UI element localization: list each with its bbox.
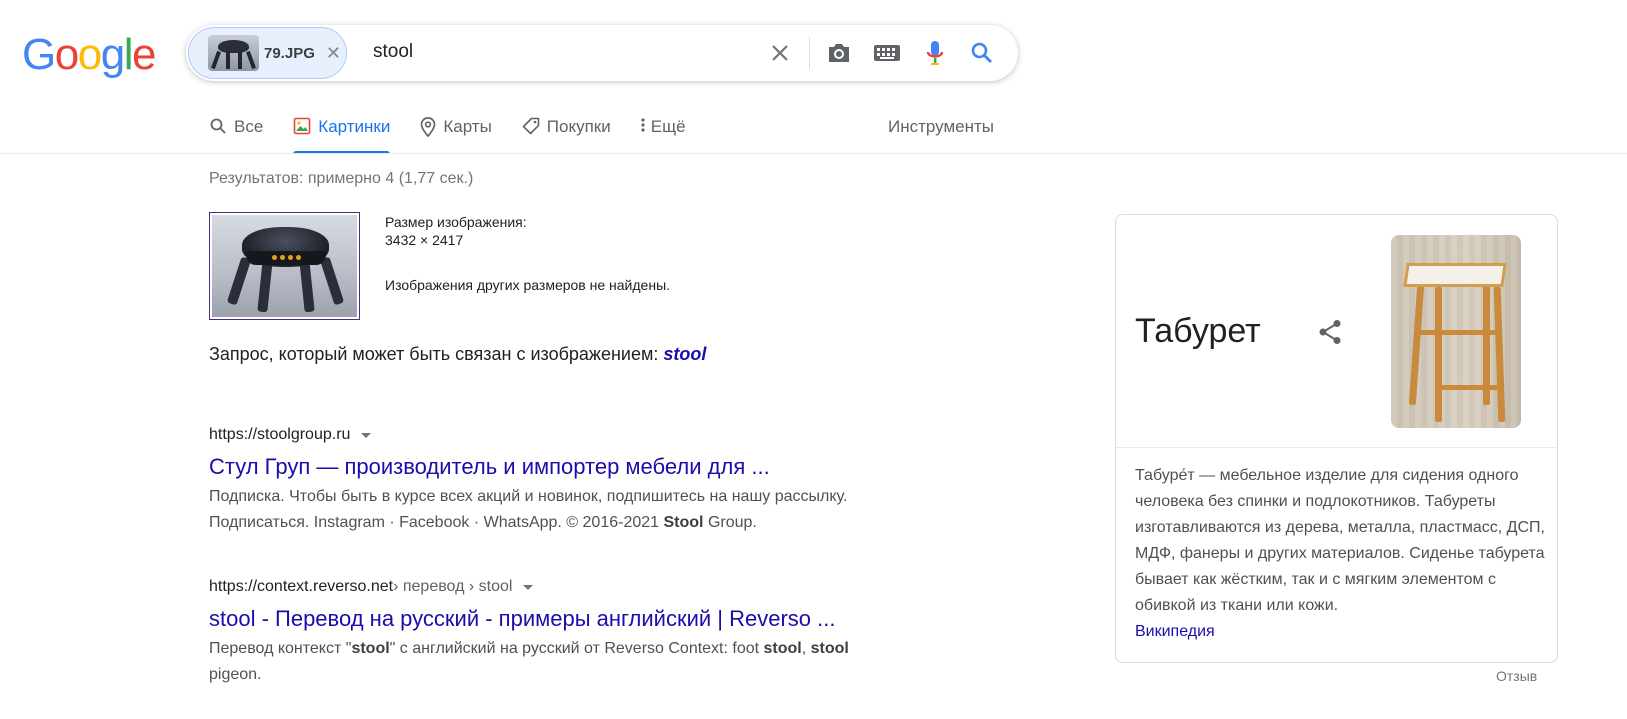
feedback-link[interactable]: Отзыв (1496, 668, 1537, 684)
snippet-line: Перевод контекст "stool" с английский на… (209, 640, 849, 657)
search-input[interactable]: stool (373, 41, 413, 63)
result-url-text: https://stoolgroup.ru (209, 426, 351, 443)
kp-title: Табурет (1135, 312, 1261, 350)
kp-divider (1116, 447, 1557, 448)
search-box[interactable]: 79.JPG ✕ stool (186, 25, 1018, 81)
tab-label: Ещё (650, 117, 686, 136)
result-title-link[interactable]: stool - Перевод на русский - примеры анг… (209, 605, 909, 633)
related-query-link[interactable]: stool (663, 344, 706, 364)
no-other-sizes: Изображения других размеров не найдены. (385, 277, 671, 293)
kp-description: Табуре́т — мебельное изделие для сидения… (1135, 463, 1545, 645)
tab-label: Покупки (546, 117, 611, 136)
related-query: Запрос, который может быть связан с изоб… (209, 344, 706, 365)
tab-more[interactable]: Ещё (641, 110, 686, 154)
logo-letter: o (77, 30, 102, 79)
result-url-path: › перевод › stool (393, 578, 513, 595)
divider (809, 37, 810, 69)
logo-letter: g (100, 30, 125, 79)
mic-icon[interactable] (921, 39, 949, 67)
image-meta: Размер изображения: 3432 × 2417 Изображе… (385, 213, 670, 294)
search-result: https://context.reverso.net › перевод › … (209, 578, 909, 688)
camera-icon[interactable] (825, 39, 853, 67)
tab-images[interactable]: Картинки (293, 110, 391, 154)
snippet-line: Подписка. Чтобы быть в курсе всех акций … (209, 488, 848, 505)
tab-label: Все (234, 117, 264, 136)
image-chip[interactable]: 79.JPG ✕ (188, 27, 347, 79)
search-icon (209, 117, 227, 135)
search-tabs: Все Картинки Карты Покупки Ещё (209, 110, 716, 154)
tab-all[interactable]: Все (209, 110, 263, 154)
logo-letter: l (123, 30, 134, 79)
image-icon (293, 117, 311, 135)
kp-image[interactable] (1391, 235, 1521, 428)
result-url[interactable]: https://stoolgroup.ru (209, 426, 909, 444)
image-size-label: Размер изображения: (385, 214, 527, 230)
search-result: https://stoolgroup.ru Стул Груп — произв… (209, 426, 909, 536)
tag-icon (522, 117, 540, 135)
uploaded-image-thumbnail[interactable] (209, 212, 360, 320)
map-pin-icon (420, 117, 436, 137)
snippet-line: Подписаться. Instagram · Facebook · What… (209, 514, 757, 531)
logo-letter: G (22, 30, 56, 79)
logo-letter: e (131, 30, 156, 79)
related-prefix: Запрос, который может быть связан с изоб… (209, 344, 659, 364)
result-url[interactable]: https://context.reverso.net › перевод › … (209, 578, 909, 596)
keyboard-icon[interactable] (873, 39, 901, 67)
chip-filename: 79.JPG (264, 44, 315, 62)
knowledge-panel: Табурет Табуре́т — мебельное изделие для… (1115, 214, 1558, 663)
tools-button[interactable]: Инструменты (888, 117, 994, 137)
tab-label: Картинки (318, 117, 391, 136)
wikipedia-link[interactable]: Википедия (1135, 623, 1215, 640)
result-title-link[interactable]: Стул Груп — производитель и импортер меб… (209, 453, 909, 481)
kp-description-text: Табуре́т — мебельное изделие для сидения… (1135, 467, 1545, 614)
logo-letter: o (54, 30, 79, 79)
tab-label: Карты (443, 117, 492, 136)
chip-remove-icon[interactable]: ✕ (326, 43, 341, 64)
tabs-divider (0, 153, 1627, 154)
chevron-down-icon[interactable] (361, 432, 372, 438)
share-icon[interactable] (1318, 319, 1342, 350)
snippet-line: pigeon. (209, 666, 262, 683)
close-icon[interactable] (766, 39, 794, 67)
tab-maps[interactable]: Карты (420, 110, 492, 154)
chip-thumbnail (208, 35, 259, 71)
result-stats: Результатов: примерно 4 (1,77 сек.) (209, 170, 474, 187)
image-size-value: 3432 × 2417 (385, 232, 464, 248)
google-logo[interactable]: Google (22, 30, 156, 79)
result-snippet: Подписка. Чтобы быть в курсе всех акций … (209, 484, 909, 536)
more-vert-icon (641, 117, 645, 133)
result-url-text: https://context.reverso.net (209, 578, 394, 595)
tab-shopping[interactable]: Покупки (522, 110, 611, 154)
search-icon[interactable] (968, 39, 996, 67)
result-snippet: Перевод контекст "stool" с английский на… (209, 636, 909, 688)
chevron-down-icon[interactable] (523, 584, 534, 590)
